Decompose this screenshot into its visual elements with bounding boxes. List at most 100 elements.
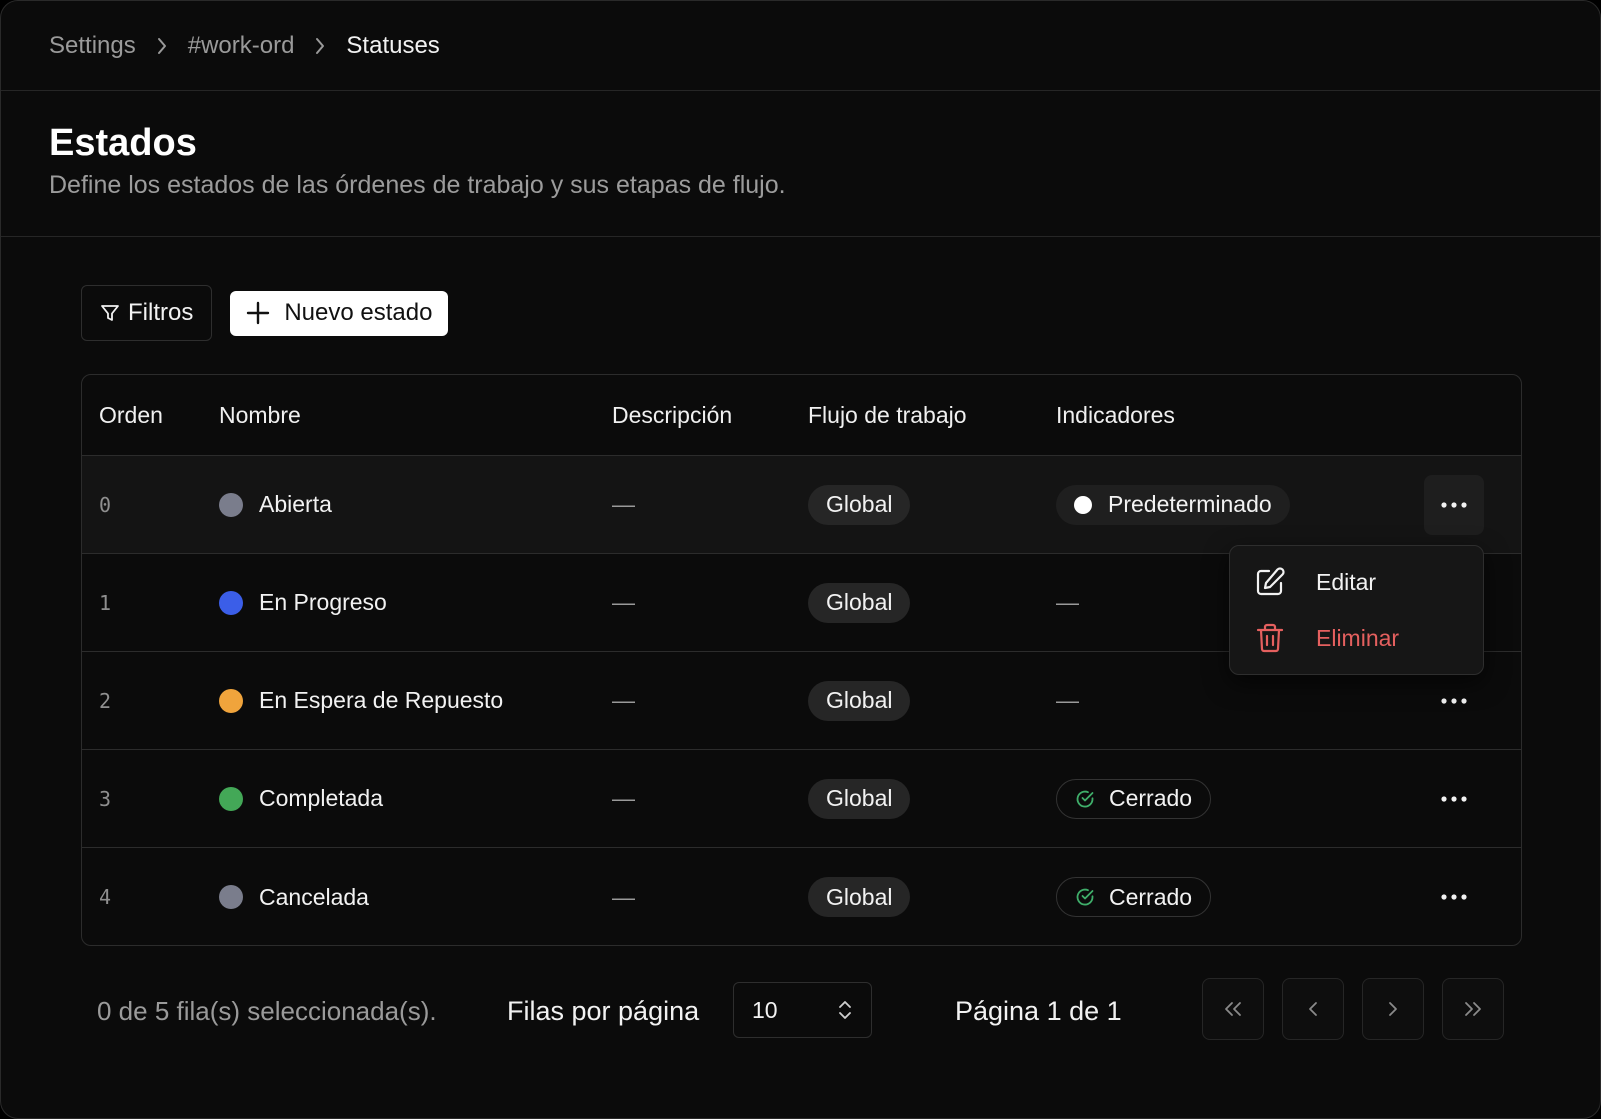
toolbar: Filtros Nuevo estado: [81, 285, 449, 341]
chevron-right-icon: [156, 37, 168, 55]
status-color-dot: [219, 590, 243, 615]
filter-icon: [100, 303, 120, 323]
row-name: Completada: [219, 785, 383, 812]
row-indicators: —: [1056, 687, 1079, 713]
row-description: —: [612, 589, 635, 615]
row-actions-button[interactable]: [1424, 769, 1484, 829]
row-indicators: Predeterminado: [1056, 484, 1290, 525]
row-actions-button[interactable]: [1424, 474, 1484, 535]
page-header: Estados Define los estados de las órdene…: [1, 91, 1600, 237]
row-actions-button[interactable]: [1424, 867, 1484, 927]
column-header-name[interactable]: Nombre: [219, 402, 301, 429]
row-name: Cancelada: [219, 884, 369, 911]
next-page-button[interactable]: [1362, 978, 1424, 1040]
row-actions-menu: Editar Eliminar: [1229, 545, 1484, 675]
default-badge-label: Predeterminado: [1108, 491, 1272, 517]
closed-badge-label: Cerrado: [1109, 883, 1193, 910]
menu-item-edit-label: Editar: [1316, 568, 1377, 595]
table-footer: 0 de 5 fila(s) seleccionada(s). Filas po…: [97, 978, 1507, 1044]
column-header-order[interactable]: Orden: [99, 402, 163, 429]
workflow-badge: Global: [808, 582, 911, 623]
workflow-badge: Global: [808, 680, 911, 721]
row-order: 4: [99, 885, 112, 909]
edit-icon: [1254, 566, 1286, 598]
row-description: —: [612, 785, 635, 811]
row-order: 3: [99, 786, 112, 811]
default-badge: Predeterminado: [1056, 484, 1290, 525]
row-workflow: Global: [808, 484, 911, 525]
status-name: En Progreso: [259, 589, 387, 615]
closed-badge-label: Cerrado: [1109, 785, 1193, 811]
more-horizontal-icon: [1441, 893, 1467, 901]
row-workflow: Global: [808, 778, 911, 819]
chevron-left-icon: [1306, 999, 1320, 1019]
row-order: 2: [99, 688, 112, 713]
breadcrumb-statuses: Statuses: [346, 31, 440, 59]
breadcrumb-settings[interactable]: Settings: [49, 32, 136, 60]
rows-per-page-label: Filas por página: [507, 996, 700, 1026]
selection-count: 0 de 5 fila(s) seleccionada(s).: [97, 996, 437, 1026]
column-header-indicators[interactable]: Indicadores: [1056, 402, 1175, 429]
closed-badge: Cerrado: [1056, 778, 1212, 819]
filter-button-label: Filtros: [128, 299, 194, 326]
status-name: En Espera de Repuesto: [259, 687, 504, 713]
trash-icon: [1254, 622, 1286, 654]
row-name: Abierta: [219, 491, 332, 518]
page-title: Estados: [49, 122, 197, 164]
workflow-badge: Global: [808, 484, 911, 525]
last-page-button[interactable]: [1442, 978, 1504, 1040]
chevron-right-icon: [314, 37, 326, 55]
filter-button[interactable]: Filtros: [81, 285, 213, 341]
status-color-dot: [219, 688, 243, 713]
status-color-dot: [219, 885, 243, 909]
row-description: —: [612, 687, 635, 713]
check-circle-icon: [1075, 887, 1095, 907]
first-page-button[interactable]: [1202, 978, 1264, 1040]
row-indicators: Cerrado: [1056, 778, 1212, 819]
more-horizontal-icon: [1441, 795, 1467, 803]
row-description: —: [612, 883, 635, 910]
row-actions-button[interactable]: [1424, 671, 1484, 731]
chevrons-right-icon: [1462, 999, 1484, 1019]
row-order: 1: [99, 590, 112, 615]
table-row[interactable]: 3 Completada — Global Cerrado: [82, 750, 1521, 848]
row-name: En Progreso: [219, 589, 387, 616]
workflow-badge: Global: [808, 877, 911, 917]
page-subtitle: Define los estados de las órdenes de tra…: [49, 171, 786, 199]
menu-item-delete-label: Eliminar: [1316, 624, 1400, 651]
chevrons-up-down-icon: [837, 999, 853, 1021]
menu-item-edit[interactable]: Editar: [1254, 566, 1376, 598]
app-window: Settings #work-ord Statuses Estados Defi…: [0, 0, 1601, 1119]
status-color-dot: [219, 786, 243, 811]
chevron-right-icon: [1386, 999, 1400, 1019]
plus-icon: [246, 301, 270, 325]
previous-page-button[interactable]: [1282, 978, 1344, 1040]
check-circle-icon: [1075, 789, 1095, 809]
breadcrumb-work-ord[interactable]: #work-ord: [188, 32, 295, 60]
closed-badge: Cerrado: [1056, 877, 1212, 917]
more-horizontal-icon: [1441, 501, 1467, 509]
workflow-badge: Global: [808, 778, 911, 819]
table-header: Orden Nombre Descripción Flujo de trabaj…: [82, 375, 1521, 456]
row-workflow: Global: [808, 680, 911, 721]
row-workflow: Global: [808, 582, 911, 623]
column-header-description[interactable]: Descripción: [612, 402, 732, 429]
new-status-button[interactable]: Nuevo estado: [230, 290, 449, 336]
column-header-workflow[interactable]: Flujo de trabajo: [808, 402, 967, 429]
row-name: En Espera de Repuesto: [219, 687, 503, 714]
row-workflow: Global: [808, 877, 911, 917]
table-row[interactable]: 0 Abierta — Global Predeterminado: [82, 456, 1521, 554]
row-indicators: Cerrado: [1056, 877, 1212, 917]
table-row[interactable]: 4 Cancelada — Global Cerrado: [82, 848, 1521, 945]
more-horizontal-icon: [1441, 697, 1467, 705]
status-name: Abierta: [259, 491, 332, 517]
page-indicator: Página 1 de 1: [955, 996, 1122, 1026]
default-dot-icon: [1074, 495, 1092, 514]
status-name: Cancelada: [259, 883, 369, 910]
chevrons-left-icon: [1222, 999, 1244, 1019]
status-color-dot: [219, 492, 243, 517]
rows-per-page-value: 10: [752, 996, 778, 1023]
status-name: Completada: [259, 785, 384, 811]
menu-item-delete[interactable]: Eliminar: [1254, 622, 1399, 654]
rows-per-page-select[interactable]: 10: [733, 982, 872, 1038]
